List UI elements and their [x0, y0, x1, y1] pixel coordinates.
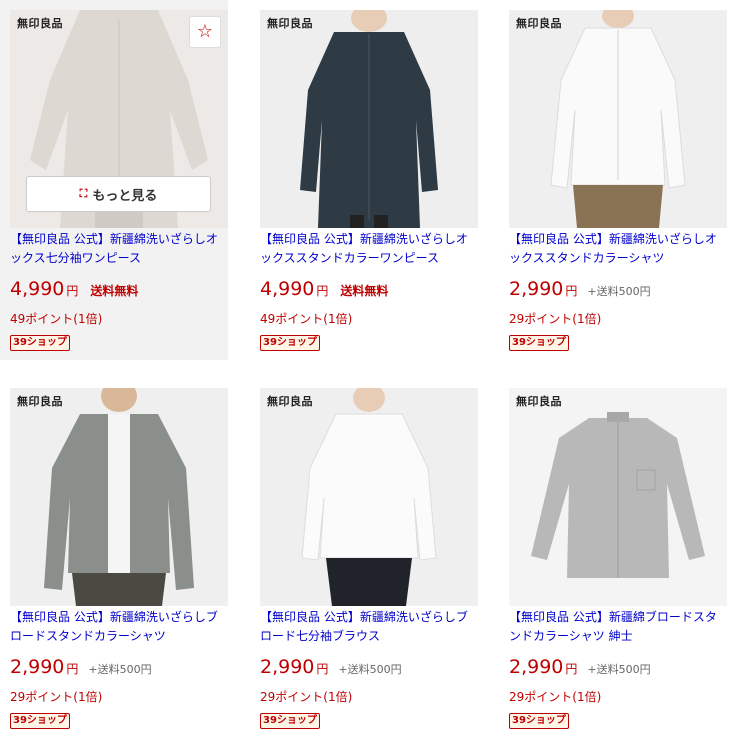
- brand-label: 無印良品: [17, 395, 63, 408]
- points-label: 29ポイント(1倍): [260, 690, 353, 704]
- product-title[interactable]: 【無印良品 公式】新疆綿ブロードスタンドカラーシャツ 紳士: [509, 608, 727, 646]
- product-photo: [509, 10, 727, 228]
- price: 4,990: [260, 278, 315, 300]
- product-title[interactable]: 【無印良品 公式】新疆綿洗いざらしオックススタンドカラーワンピース: [260, 230, 478, 268]
- price-row: 4,990 円 送料無料: [260, 278, 478, 306]
- brand-label: 無印良品: [17, 17, 63, 30]
- shop-badge: 39ショップ: [10, 335, 70, 351]
- brand-label: 無印良品: [267, 17, 313, 30]
- product-title[interactable]: 【無印良品 公式】新疆綿洗いざらしオックススタンドカラーシャツ: [509, 230, 727, 268]
- product-title[interactable]: 【無印良品 公式】新疆綿洗いざらしブロードスタンドカラーシャツ: [10, 608, 228, 646]
- price: 2,990: [260, 656, 315, 678]
- shop-badge: 39ショップ: [509, 713, 569, 729]
- price-row: 4,990 円 送料無料: [10, 278, 228, 306]
- price-row: 2,990 円 +送料500円: [260, 656, 478, 684]
- product-photo: [260, 10, 478, 228]
- price-row: 2,990 円 +送料500円: [509, 278, 727, 306]
- product-card[interactable]: 無印良品 【無印良品 公式】新疆綿洗いざらしオックススタンドカラーシャツ 2,9…: [499, 0, 727, 360]
- shipping-label: 送料無料: [90, 284, 139, 298]
- product-card[interactable]: 無印良品 【無印良品 公式】新疆綿洗いざらしオックススタンドカラーワンピース 4…: [250, 0, 478, 360]
- product-card[interactable]: 無印良品 ☆ ⛶ もっと見る 【無印良品 公式】新疆綿洗いざらしオックス七分袖ワ…: [0, 0, 228, 360]
- shipping-label: +送料500円: [587, 285, 651, 298]
- shipping-label: +送料500円: [88, 663, 152, 676]
- price-currency: 円: [316, 662, 329, 676]
- product-title[interactable]: 【無印良品 公式】新疆綿洗いざらしオックス七分袖ワンピース: [10, 230, 228, 268]
- price: 2,990: [10, 656, 65, 678]
- product-photo: [10, 388, 228, 606]
- shipping-label: +送料500円: [587, 663, 651, 676]
- product-card[interactable]: 無印良品 【無印良品 公式】新疆綿洗いざらしブロードスタンドカラーシャツ 2,9…: [0, 378, 228, 738]
- price-row: 2,990 円 +送料500円: [509, 656, 727, 684]
- more-button[interactable]: ⛶ もっと見る: [26, 176, 211, 212]
- price: 2,990: [509, 278, 564, 300]
- price: 2,990: [509, 656, 564, 678]
- shop-badge: 39ショップ: [260, 713, 320, 729]
- points-label: 29ポイント(1倍): [509, 690, 602, 704]
- product-image[interactable]: 無印良品 ☆ ⛶ もっと見る: [10, 10, 228, 228]
- product-image[interactable]: 無印良品: [509, 388, 727, 606]
- brand-label: 無印良品: [516, 17, 562, 30]
- product-photo: [260, 388, 478, 606]
- shipping-label: 送料無料: [340, 284, 389, 298]
- shop-badge: 39ショップ: [509, 335, 569, 351]
- product-image[interactable]: 無印良品: [260, 10, 478, 228]
- product-photo: [509, 388, 727, 606]
- price-currency: 円: [565, 662, 578, 676]
- points-label: 49ポイント(1倍): [10, 312, 103, 326]
- expand-icon: ⛶: [79, 187, 88, 200]
- price-currency: 円: [66, 662, 79, 676]
- price-currency: 円: [66, 284, 79, 298]
- points-label: 29ポイント(1倍): [509, 312, 602, 326]
- shop-badge: 39ショップ: [260, 335, 320, 351]
- brand-label: 無印良品: [516, 395, 562, 408]
- price-currency: 円: [565, 284, 578, 298]
- brand-label: 無印良品: [267, 395, 313, 408]
- product-image[interactable]: 無印良品: [10, 388, 228, 606]
- product-card[interactable]: 無印良品 【無印良品 公式】新疆綿ブロードスタンドカラーシャツ 紳士 2,990…: [499, 378, 727, 738]
- shop-badge: 39ショップ: [10, 713, 70, 729]
- product-image[interactable]: 無印良品: [509, 10, 727, 228]
- points-label: 29ポイント(1倍): [10, 690, 103, 704]
- price: 4,990: [10, 278, 65, 300]
- product-title[interactable]: 【無印良品 公式】新疆綿洗いざらしブロード七分袖ブラウス: [260, 608, 478, 646]
- product-image[interactable]: 無印良品: [260, 388, 478, 606]
- price-row: 2,990 円 +送料500円: [10, 656, 228, 684]
- favorite-star-icon[interactable]: ☆: [189, 16, 221, 48]
- points-label: 49ポイント(1倍): [260, 312, 353, 326]
- product-card[interactable]: 無印良品 【無印良品 公式】新疆綿洗いざらしブロード七分袖ブラウス 2,990 …: [250, 378, 478, 738]
- shipping-label: +送料500円: [338, 663, 402, 676]
- more-button-label: もっと見る: [92, 188, 158, 204]
- price-currency: 円: [316, 284, 329, 298]
